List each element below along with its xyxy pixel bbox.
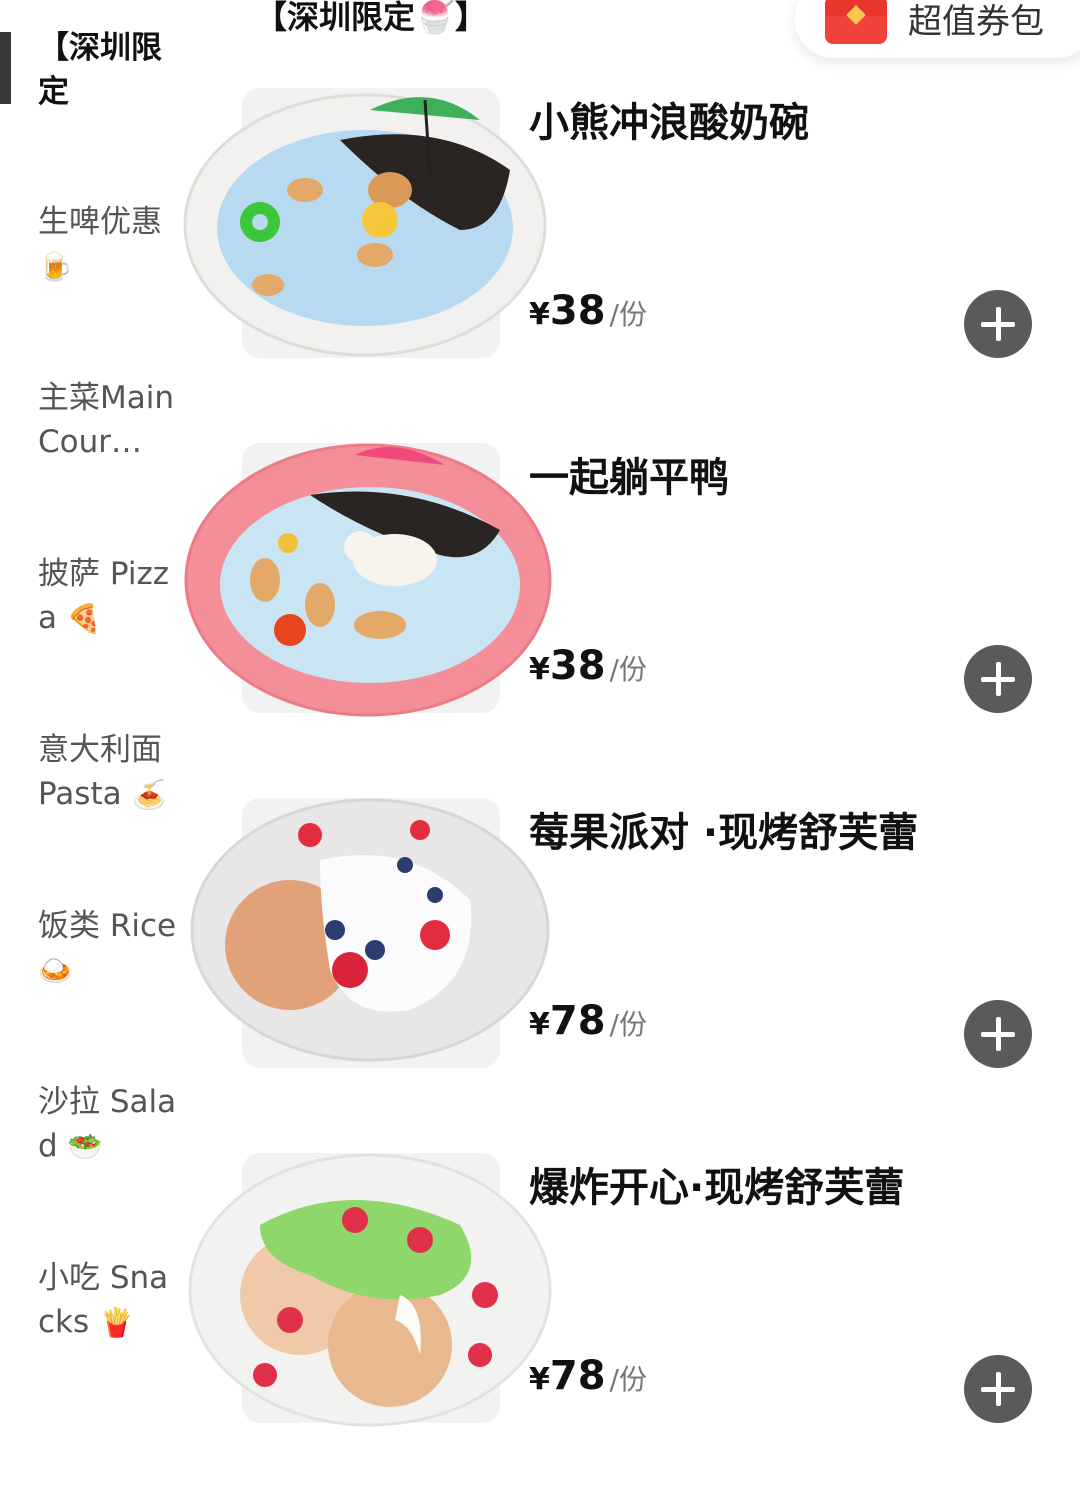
sidebar-item-pasta[interactable]: 意大利面Pasta 🍝 <box>38 728 178 817</box>
add-to-cart-button[interactable] <box>964 290 1032 358</box>
active-category-indicator <box>0 32 11 104</box>
fries-icon: 🍟 <box>99 1306 134 1339</box>
sidebar-item-label: 生啤优惠 <box>38 204 162 240</box>
pasta-icon: 🍝 <box>131 778 167 811</box>
price-unit: /份 <box>609 1008 647 1041</box>
price-value: 38 <box>549 288 606 334</box>
dish-name: 一起躺平鸭 <box>529 455 729 501</box>
section-title: 【深圳限定🍧】 <box>255 0 487 36</box>
dish-name: 莓果派对 ·现烤舒芙蕾 <box>529 810 919 856</box>
price-unit: /份 <box>609 653 647 686</box>
coupon-pack-button[interactable]: 超值券包 <box>795 0 1080 58</box>
price-value: 38 <box>549 643 606 689</box>
dish-image[interactable] <box>180 790 555 1075</box>
add-to-cart-button[interactable] <box>964 645 1032 713</box>
dish-name: 小熊冲浪酸奶碗 <box>529 100 809 146</box>
dish-name: 爆炸开心·现烤舒芙蕾 <box>529 1165 905 1211</box>
sidebar-item-label: 主菜Main Cour… <box>38 380 175 460</box>
dish-image[interactable] <box>180 80 555 365</box>
pizza-icon: 🍕 <box>66 602 102 635</box>
add-to-cart-button[interactable] <box>964 1000 1032 1068</box>
menu-item[interactable]: 一起躺平鸭 ¥38/份 <box>180 435 1080 785</box>
currency-symbol: ¥ <box>529 1007 550 1042</box>
price-unit: /份 <box>609 298 647 331</box>
rice-icon: 🍛 <box>38 954 73 987</box>
price-value: 78 <box>549 998 606 1044</box>
dish-price: ¥38/份 <box>529 288 647 334</box>
menu-item[interactable]: 莓果派对 ·现烤舒芙蕾 ¥78/份 <box>180 790 1080 1140</box>
sidebar-item-snacks[interactable]: 小吃 Snacks 🍟 <box>38 1256 178 1345</box>
salad-icon: 🥗 <box>67 1130 103 1163</box>
sidebar-item-beer[interactable]: 生啤优惠 🍺 <box>38 200 178 289</box>
sidebar-item-main-course[interactable]: 主菜Main Cour… <box>38 376 178 464</box>
sidebar-item-salad[interactable]: 沙拉 Salad 🥗 <box>38 1080 178 1169</box>
dish-image[interactable] <box>180 1145 555 1430</box>
currency-symbol: ¥ <box>529 1362 550 1397</box>
sidebar-item-label: 披萨 Pizza <box>38 556 170 636</box>
category-sidebar: 【深圳限定 生啤优惠 🍺 主菜Main Cour… 披萨 Pizza 🍕 意大利… <box>0 0 190 1440</box>
sidebar-item-label: 沙拉 Salad <box>38 1084 177 1164</box>
menu-item[interactable]: 小熊冲浪酸奶碗 ¥38/份 <box>180 80 1080 430</box>
coupon-pack-label: 超值券包 <box>908 2 1044 42</box>
price-unit: /份 <box>609 1363 647 1396</box>
currency-symbol: ¥ <box>529 652 550 687</box>
price-value: 78 <box>549 1353 606 1399</box>
menu-item[interactable]: 爆炸开心·现烤舒芙蕾 ¥78/份 <box>180 1145 1080 1495</box>
sidebar-item-label: 【深圳限定 <box>38 30 162 110</box>
dish-image[interactable] <box>180 435 555 720</box>
sidebar-item-label: 饭类 Rice <box>38 908 177 944</box>
sidebar-item-pizza[interactable]: 披萨 Pizza 🍕 <box>38 552 178 641</box>
dish-price: ¥78/份 <box>529 998 647 1044</box>
red-envelope-icon <box>825 0 887 44</box>
beer-icon: 🍺 <box>38 250 73 283</box>
sidebar-item-shenzhen-limited[interactable]: 【深圳限定 <box>38 26 178 114</box>
dish-price: ¥38/份 <box>529 643 647 689</box>
add-to-cart-button[interactable] <box>964 1355 1032 1423</box>
currency-symbol: ¥ <box>529 297 550 332</box>
sidebar-item-rice[interactable]: 饭类 Rice 🍛 <box>38 904 178 993</box>
dish-price: ¥78/份 <box>529 1353 647 1399</box>
